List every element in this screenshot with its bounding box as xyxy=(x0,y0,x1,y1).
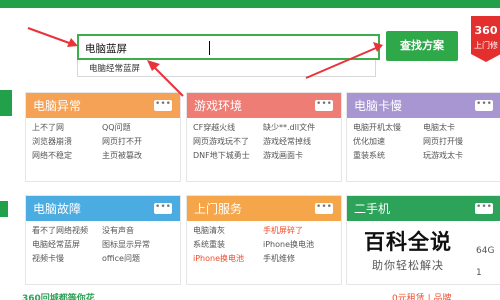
card-link[interactable]: iPhone换电池 xyxy=(193,253,263,267)
card-link[interactable]: 重装系统 xyxy=(353,150,423,164)
search-box[interactable] xyxy=(77,34,380,60)
card-link[interactable]: 游戏经常掉线 xyxy=(263,136,333,150)
card-title[interactable]: 电脑异常 xyxy=(33,97,81,114)
card-links: 看不了网络视频 没有声音电脑经常蓝屏 图标显示异常视频卡慢 office问题 xyxy=(32,225,176,267)
top-green-bar xyxy=(0,0,500,8)
card-link[interactable]: 玩游戏太卡 xyxy=(423,150,493,164)
card-link[interactable]: 电脑太卡 xyxy=(423,122,493,136)
more-icon[interactable]: ••• xyxy=(475,203,493,214)
card-computer-fault: 电脑故障 ••• 看不了网络视频 没有声音电脑经常蓝屏 图标显示异常视频卡慢 offi… xyxy=(25,195,181,285)
card-computer-slow: 电脑卡慢 ••• 电脑开机太慢 电脑太卡优化加速 网页打开慢重装系统 玩游戏太卡 xyxy=(346,92,500,182)
card-link[interactable]: 看不了网络视频 xyxy=(32,225,102,239)
badge-line2: 上门修 xyxy=(474,40,498,50)
card-header[interactable]: 上门服务 ••• xyxy=(187,196,341,221)
bottom-right-text[interactable]: 0元租赁 | 品牌 xyxy=(392,291,451,300)
card-header[interactable]: 游戏环境 ••• xyxy=(187,93,341,118)
card-link[interactable]: 网页游戏玩不了 xyxy=(193,136,263,150)
card-link[interactable]: DNF地下城勇士 xyxy=(193,150,263,164)
card-title[interactable]: 电脑故障 xyxy=(33,200,81,217)
card-link[interactable]: 游戏画面卡 xyxy=(263,150,333,164)
more-icon[interactable]: ••• xyxy=(315,100,333,111)
card-link[interactable]: CF穿越火线 xyxy=(193,122,263,136)
card-link[interactable]: 视频卡慢 xyxy=(32,253,102,267)
side-partial-label: 1 xyxy=(476,268,482,278)
badge-line1: 360 xyxy=(475,24,498,37)
card-link[interactable]: 上不了网 xyxy=(32,122,102,136)
search-suggestion-dropdown: 电脑经常蓝屏 xyxy=(77,60,376,77)
card-link[interactable]: 电脑清灰 xyxy=(193,225,263,239)
watermark-title: 百科全说 xyxy=(364,230,452,254)
card-header[interactable]: 电脑异常 ••• xyxy=(26,93,180,118)
card-title[interactable]: 游戏环境 xyxy=(194,97,242,114)
search-button[interactable]: 查找方案 xyxy=(386,31,458,61)
card-link[interactable]: 电脑开机太慢 xyxy=(353,122,423,136)
card-link[interactable]: 主页被篡改 xyxy=(102,150,172,164)
card-links: 电脑清灰 手机屏碎了系统重装 iPhone换电池iPhone换电池 手机维修 xyxy=(193,225,337,267)
card-game-environment: 游戏环境 ••• CF穿越火线 缺少**.dll文件网页游戏玩不了 游戏经常掉线DN… xyxy=(186,92,342,182)
side-storage-label: 64G xyxy=(476,246,495,256)
more-icon[interactable]: ••• xyxy=(154,203,172,214)
card-title[interactable]: 二手机 xyxy=(354,200,390,217)
left-side-tab[interactable] xyxy=(0,90,12,116)
left-side-tab-2[interactable] xyxy=(0,201,8,217)
text-caret xyxy=(209,41,210,55)
more-icon[interactable]: ••• xyxy=(315,203,333,214)
card-link[interactable]: 网页打不开 xyxy=(102,136,172,150)
360-onsite-badge[interactable]: 360 上门修 xyxy=(469,16,500,62)
arrow-to-search-line xyxy=(27,27,73,45)
card-link[interactable]: 网页打开慢 xyxy=(423,136,493,150)
more-icon[interactable]: ••• xyxy=(154,100,172,111)
card-title[interactable]: 上门服务 xyxy=(194,200,242,217)
search-suggestion-item[interactable]: 电脑经常蓝屏 xyxy=(89,62,140,74)
card-link[interactable]: 电脑经常蓝屏 xyxy=(32,239,102,253)
more-icon[interactable]: ••• xyxy=(475,100,493,111)
card-link[interactable]: 优化加速 xyxy=(353,136,423,150)
card-links: 电脑开机太慢 电脑太卡优化加速 网页打开慢重装系统 玩游戏太卡 xyxy=(353,122,497,164)
card-header[interactable]: 二手机 ••• xyxy=(347,196,500,221)
card-link[interactable]: QQ问题 xyxy=(102,122,172,136)
card-link[interactable]: office问题 xyxy=(102,253,172,267)
card-onsite-service: 上门服务 ••• 电脑清灰 手机屏碎了系统重装 iPhone换电池iPhone换电池… xyxy=(186,195,342,285)
card-title[interactable]: 电脑卡慢 xyxy=(354,97,402,114)
card-link[interactable]: 手机维修 xyxy=(263,253,333,267)
card-link[interactable]: iPhone换电池 xyxy=(263,239,333,253)
card-header[interactable]: 电脑故障 ••• xyxy=(26,196,180,221)
card-link[interactable]: 缺少**.dll文件 xyxy=(263,122,333,136)
card-computer-abnormal: 电脑异常 ••• 上不了网 QQ问题浏览器崩溃 网页打不开网络不稳定 主页被篡改 xyxy=(25,92,181,182)
baike-watermark: 百科全说 助你轻松解决 xyxy=(352,224,468,276)
watermark-subtitle: 助你轻松解决 xyxy=(372,259,444,272)
card-links: CF穿越火线 缺少**.dll文件网页游戏玩不了 游戏经常掉线DNF地下城勇士 游戏画… xyxy=(193,122,337,164)
search-input[interactable] xyxy=(85,40,325,56)
card-link[interactable]: 浏览器崩溃 xyxy=(32,136,102,150)
card-header[interactable]: 电脑卡慢 ••• xyxy=(347,93,500,118)
card-link[interactable]: 系统重装 xyxy=(193,239,263,253)
bottom-section-title[interactable]: 360回城都等你花 xyxy=(22,291,95,300)
card-links: 上不了网 QQ问题浏览器崩溃 网页打不开网络不稳定 主页被篡改 xyxy=(32,122,176,164)
card-link[interactable]: 手机屏碎了 xyxy=(263,225,333,239)
card-link[interactable]: 图标显示异常 xyxy=(102,239,172,253)
card-link[interactable]: 没有声音 xyxy=(102,225,172,239)
card-link[interactable]: 网络不稳定 xyxy=(32,150,102,164)
